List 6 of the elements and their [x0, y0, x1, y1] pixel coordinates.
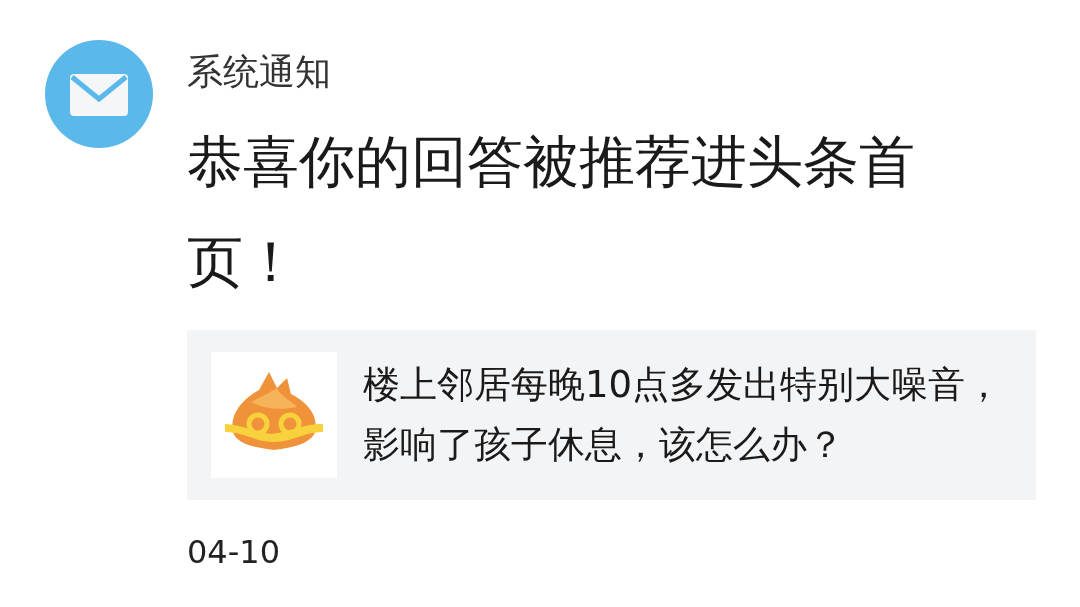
date-label: 04-10: [187, 532, 281, 572]
question-text: 楼上邻居每晚10点多发出特别大噪音，影响了孩子休息，该怎么办？: [363, 362, 1004, 468]
sender-name: 系统通知: [187, 50, 332, 94]
notification-title: 恭喜你的回答被推荐进头条首页！: [187, 128, 916, 296]
question-card[interactable]: 楼上邻居每晚10点多发出特别大噪音，影响了孩子休息，该怎么办？: [187, 330, 1036, 500]
mail-icon: [45, 40, 153, 148]
